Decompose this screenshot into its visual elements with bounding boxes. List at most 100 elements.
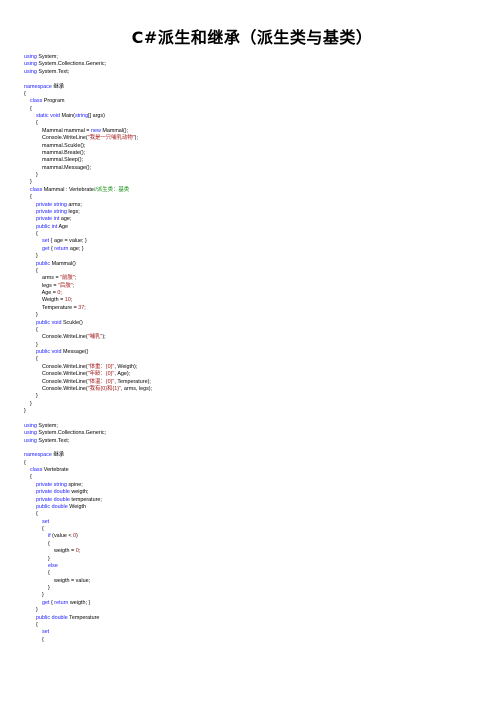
code-token: { bbox=[24, 105, 32, 112]
code-token: ; bbox=[78, 548, 81, 555]
code-token: } bbox=[24, 592, 44, 599]
code-token: public void bbox=[35, 319, 62, 326]
code-line: private string legs; bbox=[24, 209, 494, 216]
code-line: legs = "后肢"; bbox=[24, 283, 494, 290]
code-token: "体温：{0}" bbox=[87, 378, 115, 385]
code-token: { bbox=[24, 120, 38, 127]
code-line: get { return weigth; } bbox=[24, 600, 494, 607]
code-token: { bbox=[24, 570, 50, 577]
code-token: Console.WriteLine( bbox=[24, 378, 88, 385]
code-line: Weigth = 10; bbox=[24, 297, 494, 304]
code-token: Console.WriteLine( bbox=[24, 385, 88, 392]
code-line: public Mammal() bbox=[24, 261, 494, 268]
code-token: Console.WriteLine( bbox=[24, 334, 88, 341]
code-token: Vertebrate bbox=[42, 467, 69, 473]
code-line: class Mammal : Vertebrate//派生类：基类 bbox=[24, 187, 494, 194]
code-line: class Program bbox=[24, 98, 494, 105]
code-token: legs = bbox=[24, 282, 59, 289]
code-token: { bbox=[24, 540, 50, 547]
code-token: System.Text; bbox=[36, 68, 70, 75]
code-token: } bbox=[24, 312, 38, 319]
code-token: return bbox=[54, 245, 69, 252]
code-token: weigth = bbox=[24, 548, 76, 555]
code-token: Mammal mammal = bbox=[24, 127, 91, 134]
code-token: { bbox=[24, 267, 38, 274]
code-token: //派生类：基类 bbox=[93, 186, 130, 193]
code-token: Mammal() bbox=[50, 260, 76, 267]
code-token: else bbox=[47, 562, 58, 569]
code-token: System.Text; bbox=[36, 437, 70, 444]
code-line: { bbox=[24, 474, 494, 481]
code-token: arms; bbox=[66, 201, 82, 208]
code-line: { bbox=[24, 570, 494, 577]
code-token: ); bbox=[134, 135, 138, 142]
code-token: Weigth = bbox=[24, 297, 65, 304]
code-token: { bbox=[24, 459, 26, 466]
code-token: } bbox=[24, 408, 26, 414]
code-token: Weigth bbox=[67, 503, 86, 510]
code-token: { age = value; } bbox=[49, 238, 87, 245]
code-line: } bbox=[24, 401, 494, 408]
document-title: C#派生和继承（派生类与基类） bbox=[131, 28, 373, 47]
code-line: mammal.Scukle(); bbox=[24, 143, 494, 150]
code-token: } bbox=[24, 179, 32, 186]
code-token: Console.WriteLine( bbox=[24, 371, 88, 378]
code-token: private int bbox=[35, 216, 60, 223]
code-line: if (value < 0) bbox=[24, 533, 494, 540]
code-block: using System; using System.Collections.Ge… bbox=[24, 54, 494, 644]
code-token: spine; bbox=[66, 481, 83, 488]
code-token: System; bbox=[36, 54, 58, 60]
code-token: class bbox=[30, 98, 43, 105]
code-token: string bbox=[74, 113, 89, 119]
code-token: { bbox=[24, 636, 44, 643]
code-token: legs; bbox=[66, 208, 80, 215]
code-line: } bbox=[24, 172, 494, 179]
code-token: { bbox=[24, 356, 38, 363]
code-line: static void Main(string[] args) bbox=[24, 113, 494, 120]
code-token: { bbox=[24, 511, 38, 518]
code-token: age; bbox=[59, 216, 72, 223]
code-token: using bbox=[24, 54, 37, 60]
code-line: using System.Collections.Generic; bbox=[24, 61, 494, 68]
code-line: mammal.Message(); bbox=[24, 165, 494, 172]
code-token: private string bbox=[35, 208, 67, 215]
code-line: set bbox=[24, 519, 494, 526]
code-line: mammal.Breate(); bbox=[24, 150, 494, 157]
code-token: , arms, legs); bbox=[120, 385, 153, 392]
code-line: { bbox=[24, 460, 494, 467]
code-line: } bbox=[24, 556, 494, 563]
code-line: class Vertebrate bbox=[24, 467, 494, 474]
code-line: } bbox=[24, 585, 494, 592]
code-token: ; bbox=[70, 297, 73, 304]
code-token: "体重：{0}" bbox=[87, 363, 115, 370]
code-line: private int age; bbox=[24, 216, 494, 223]
code-line: Console.WriteLine("我是一只哺乳动物"); bbox=[24, 135, 494, 142]
code-token: set bbox=[41, 629, 50, 636]
code-token: ); bbox=[102, 334, 106, 341]
code-line: } bbox=[24, 253, 494, 260]
code-line: { bbox=[24, 622, 494, 629]
code-token: class bbox=[30, 467, 43, 473]
code-line: weigth = 0; bbox=[24, 548, 494, 555]
code-line: public double Temperature bbox=[24, 615, 494, 622]
code-token: public bbox=[35, 260, 51, 267]
code-line: } bbox=[24, 342, 494, 349]
code-token: , Age); bbox=[114, 371, 131, 378]
code-token: ) bbox=[76, 533, 78, 540]
code-line: get { return age; } bbox=[24, 246, 494, 253]
code-token: } bbox=[24, 585, 50, 591]
code-token: using bbox=[24, 422, 37, 429]
code-line: using System; bbox=[24, 423, 494, 430]
code-token: new bbox=[90, 127, 101, 134]
